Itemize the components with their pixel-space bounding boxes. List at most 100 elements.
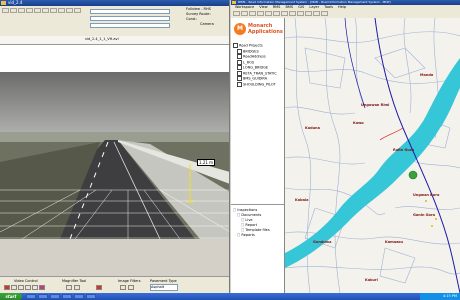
toolbar-button[interactable] — [265, 11, 272, 16]
layers-pane: M Monarch Applications Road Projects BRI… — [231, 18, 285, 293]
filter-button[interactable] — [128, 285, 134, 290]
layer-checkbox[interactable] — [237, 81, 242, 87]
layer-checkbox[interactable] — [237, 65, 242, 70]
toolbar-button[interactable] — [313, 11, 320, 16]
place-label: Gonin Gora — [413, 213, 436, 217]
toolbar-button[interactable] — [257, 11, 264, 16]
start-button[interactable]: start — [0, 293, 22, 300]
stop-button[interactable] — [4, 285, 10, 290]
taskbar-app[interactable] — [38, 294, 48, 299]
section-field[interactable] — [90, 16, 170, 21]
group-label: Magnifier Tool — [62, 279, 87, 283]
logo-badge: M — [234, 23, 246, 35]
rims-window: RIMS - Road Information Management Syste… — [231, 0, 460, 293]
toolbar-button[interactable] — [305, 11, 312, 16]
place-label: Kabala — [295, 198, 309, 202]
system-tray: 4:15 PM — [420, 293, 460, 300]
taskbar-app[interactable] — [26, 294, 36, 299]
taskbar-app[interactable] — [50, 294, 60, 299]
toolbar-button[interactable] — [281, 11, 288, 16]
menu-gis[interactable]: GIS — [298, 5, 304, 9]
toolbar-button[interactable] — [74, 8, 81, 13]
forward-button[interactable] — [32, 285, 38, 290]
map-canvas — [285, 18, 460, 293]
toolbar-button[interactable] — [2, 8, 9, 13]
place-label: Gunduwa — [313, 240, 332, 244]
menu-rms[interactable]: RMS — [273, 5, 281, 9]
rewind-button[interactable] — [11, 285, 17, 290]
video-background — [0, 45, 229, 72]
taskbar-app[interactable] — [86, 294, 96, 299]
route-field[interactable] — [90, 9, 170, 14]
record-button[interactable] — [39, 285, 45, 290]
toolbar-button[interactable] — [50, 8, 57, 13]
toolbar-button[interactable] — [321, 11, 328, 16]
layer-checkbox[interactable] — [237, 54, 242, 59]
window-title: RIMS - Road Information Management Syste… — [238, 0, 391, 4]
toolbar-button[interactable] — [241, 11, 248, 16]
place-label: Kakuri — [365, 278, 378, 282]
toolbar-button[interactable] — [273, 11, 280, 16]
filter-button[interactable] — [96, 285, 102, 290]
pause-button[interactable] — [25, 285, 31, 290]
toolbar-button[interactable] — [289, 11, 296, 16]
map-point — [431, 225, 433, 227]
layer-item[interactable]: SHOULDING_PILOT — [233, 81, 277, 88]
menu-view[interactable]: View — [259, 5, 267, 9]
menu-help[interactable]: Help — [338, 5, 346, 9]
pavement-type-group: Pavement Type Asphalt — [150, 279, 178, 291]
toolbar-button[interactable] — [42, 8, 49, 13]
magnifier-button[interactable] — [66, 285, 72, 290]
river — [285, 58, 460, 268]
play-button[interactable] — [18, 285, 24, 290]
place-label: Kamazou — [385, 240, 404, 244]
magnifier-group: Magnifier Tool — [62, 279, 86, 283]
video-caption: vid_2.4_1_1_VH.avi — [85, 37, 119, 41]
layer-checkbox[interactable] — [237, 48, 242, 54]
document-tree: Inspections Documents Live Report Templa… — [233, 208, 270, 238]
chainage-field[interactable] — [90, 23, 170, 28]
toolbar-button[interactable] — [26, 8, 33, 13]
filter-button[interactable] — [120, 285, 126, 290]
image-filters-group: Image Filters — [118, 279, 141, 283]
toolbar-button[interactable] — [34, 8, 41, 13]
place-label: Rafin Guza — [393, 148, 415, 152]
layer-label: L_ROS — [243, 60, 255, 64]
toolbar-button[interactable] — [249, 11, 256, 16]
toolbar-button[interactable] — [18, 8, 25, 13]
menu-layer[interactable]: Layer — [309, 5, 319, 9]
road-video-frame[interactable] — [0, 72, 229, 239]
video-viewer-window: vid_2.4 Fullview - RHS Survey Route: Con… — [0, 0, 230, 293]
toolbar-button[interactable] — [66, 8, 73, 13]
menu-bms[interactable]: BMS — [286, 5, 294, 9]
layer-label: RoadAddress — [243, 54, 266, 59]
layer-label: BRIDGES — [243, 49, 259, 53]
toolbar-row-1 — [2, 8, 82, 14]
pane-divider — [231, 204, 284, 205]
taskbar-app[interactable] — [62, 294, 72, 299]
clock: 4:15 PM — [442, 294, 457, 298]
toolbar-button[interactable] — [297, 11, 304, 16]
tree-node[interactable]: Reports — [233, 233, 270, 238]
video-controls-bar: Video Control Magnifier Tool Image Filte… — [0, 276, 229, 293]
toolbar-button[interactable] — [58, 8, 65, 13]
layer-checkbox[interactable] — [237, 70, 242, 76]
video-control-group: Video Control — [14, 279, 38, 283]
video-panel-header: vid_2.4_1_1_VH.avi — [0, 36, 229, 45]
layer-checkbox[interactable] — [233, 43, 238, 48]
gis-map[interactable]: Kaduna Mando Unguwan Rimi Rafin Guza Kaw… — [285, 18, 460, 293]
monarch-logo: M Monarch Applications — [234, 22, 283, 38]
taskbar-app[interactable] — [74, 294, 84, 299]
camera-info: Camera — [200, 22, 214, 26]
layer-checkbox[interactable] — [237, 76, 242, 81]
primary-road-branch — [344, 18, 366, 109]
toolbar-button[interactable] — [10, 8, 17, 13]
toolbar-button[interactable] — [233, 11, 240, 16]
pavement-type-select[interactable]: Asphalt — [150, 284, 178, 291]
location-marker — [408, 170, 418, 180]
menu-workspace[interactable]: Workspace — [235, 5, 254, 9]
layer-checkbox[interactable] — [237, 59, 242, 65]
magnifier-button[interactable] — [74, 285, 80, 290]
menu-tools[interactable]: Tools — [324, 5, 333, 9]
app-icon — [1, 1, 6, 5]
